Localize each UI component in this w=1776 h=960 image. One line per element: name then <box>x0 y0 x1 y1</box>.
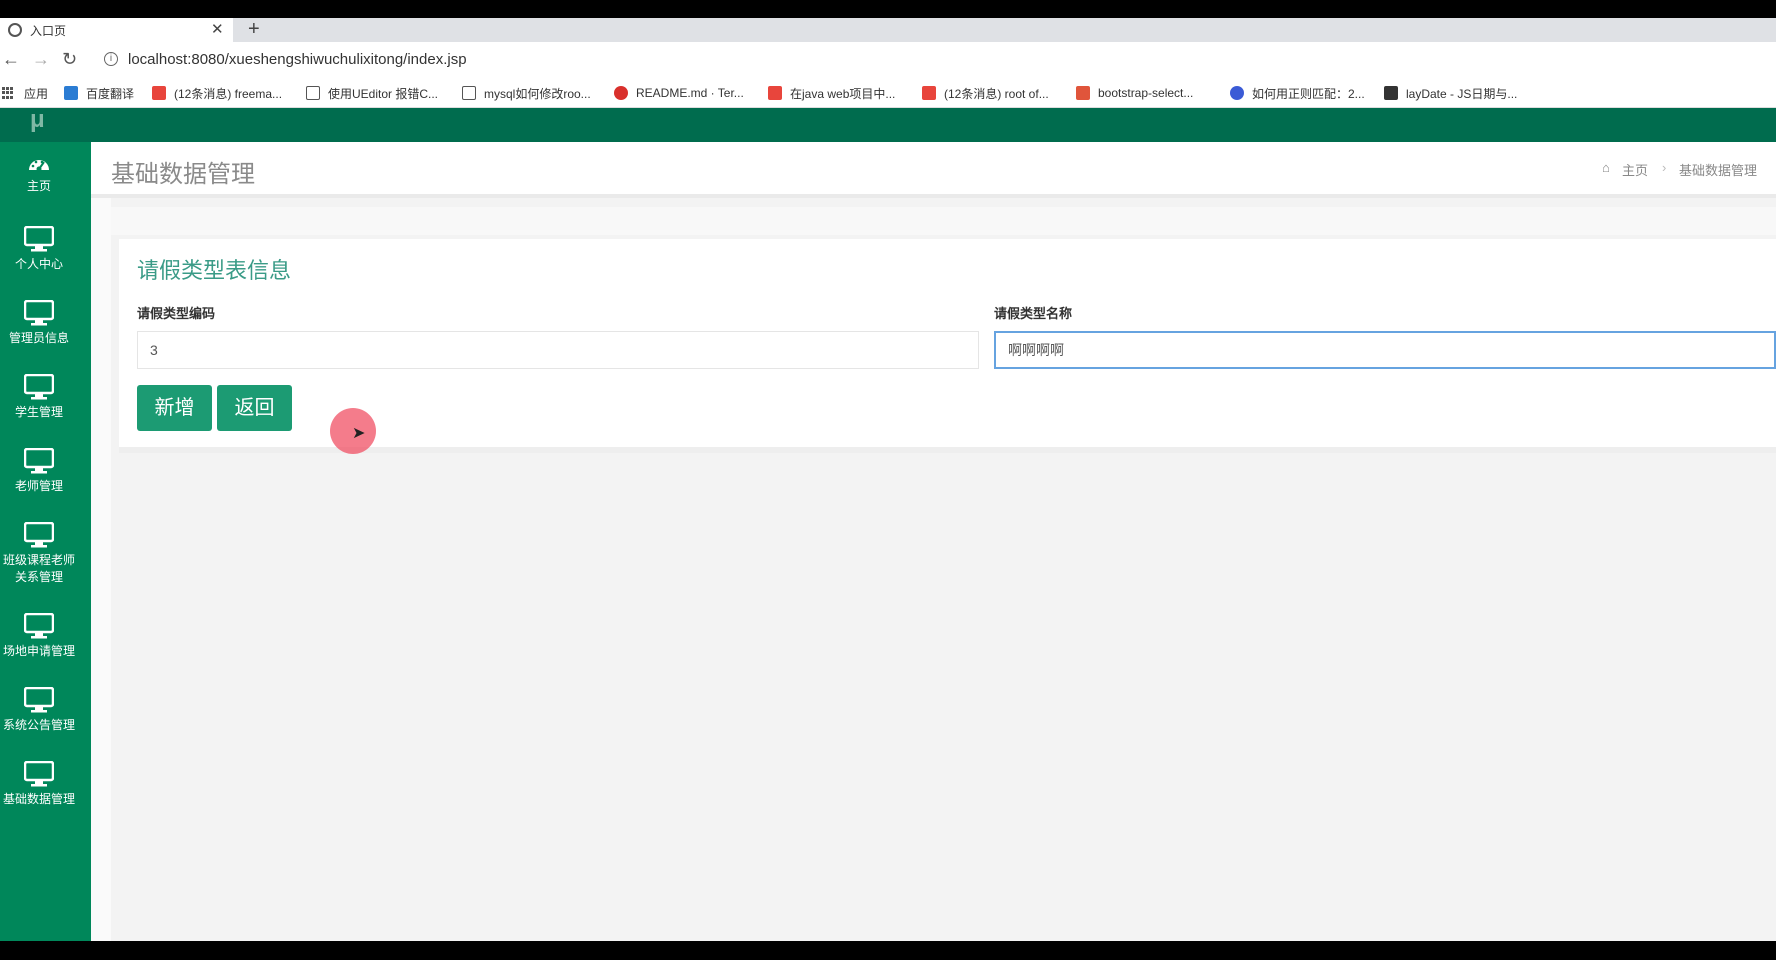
breadcrumb-separator: › <box>1662 160 1667 175</box>
sidebar-item-label: 场地申请管理 <box>2 644 75 658</box>
breadcrumb-current: 基础数据管理 <box>1679 163 1758 178</box>
bookmarks-bar: 应用 百度翻译 (12条消息) freema... 使用UEditor 报错C.… <box>0 78 1776 108</box>
sidebar-item-student-management[interactable]: 学生管理 <box>0 374 78 421</box>
new-tab-icon[interactable]: + <box>248 18 260 41</box>
bottom-bar <box>0 941 1776 960</box>
breadcrumb-home[interactable]: 主页 <box>1622 160 1648 179</box>
url-field[interactable]: localhost:8080/xueshengshiwuchulixitong/… <box>128 51 467 68</box>
browser-tab[interactable]: 入口页 ✕ <box>0 18 233 42</box>
main-content: 基础数据管理 ⌂ 主页 › 基础数据管理 请假类型表信息 请假类型编码 3 请假… <box>91 142 1776 941</box>
bookmark-item[interactable]: 使用UEditor 报错C... <box>306 78 438 108</box>
sidebar-item-label: 老师管理 <box>14 479 63 493</box>
bookmark-favicon-icon <box>1230 86 1244 100</box>
back-button[interactable]: 返回 <box>217 385 292 431</box>
bookmark-favicon-icon <box>922 86 936 100</box>
name-input[interactable]: 啊啊啊啊 <box>994 331 1776 369</box>
sidebar-item-teacher-management[interactable]: 老师管理 <box>0 448 78 495</box>
bookmark-item[interactable]: (12条消息) freema... <box>152 78 282 108</box>
sidebar-item-admin-info[interactable]: 管理员信息 <box>0 300 78 347</box>
bookmark-item[interactable]: layDate - JS日期与... <box>1384 78 1517 108</box>
monitor-icon <box>24 687 54 713</box>
address-bar: ← → ↻ i localhost:8080/xueshengshiwuchul… <box>0 42 1776 78</box>
sidebar-item-label: 学生管理 <box>14 405 63 419</box>
bookmark-favicon-icon <box>64 86 78 100</box>
dashboard-icon <box>29 160 49 172</box>
bookmark-item[interactable]: README.md · Ter... <box>614 78 744 108</box>
sidebar: 主页 个人中心 管理员信息 学生管理 老师管理 班级课程老师 关系管理 场地申请… <box>0 142 91 941</box>
bookmark-favicon-icon <box>614 86 628 100</box>
form-title: 请假类型表信息 <box>137 258 292 283</box>
globe-icon <box>8 23 22 37</box>
bookmark-favicon-icon <box>152 86 166 100</box>
sidebar-item-label: 基础数据管理 <box>2 792 75 806</box>
sidebar-item-basic-data[interactable]: 基础数据管理 <box>0 761 78 808</box>
bookmark-item[interactable]: 百度翻译 <box>64 78 134 108</box>
sidebar-item-label: 主页 <box>26 179 51 193</box>
sidebar-item-venue-application[interactable]: 场地申请管理 <box>0 613 78 660</box>
sidebar-item-label-line2: 关系管理 <box>14 570 63 584</box>
apps-grid-icon <box>2 87 14 99</box>
bookmark-item[interactable]: (12条消息) root of... <box>922 78 1049 108</box>
browser-tab-bar: 入口页 ✕ + <box>0 18 1776 42</box>
monitor-icon <box>24 613 54 639</box>
sidebar-item-label: 管理员信息 <box>8 331 69 345</box>
bookmark-favicon-icon <box>306 86 320 100</box>
close-icon[interactable]: ✕ <box>211 20 224 38</box>
bookmark-item[interactable]: 在java web项目中... <box>768 78 895 108</box>
app-top-bar: μ <box>0 106 1776 142</box>
bookmark-favicon-icon <box>768 86 782 100</box>
sidebar-item-home[interactable]: 主页 <box>0 154 78 195</box>
page-header: 基础数据管理 ⌂ 主页 › 基础数据管理 <box>91 142 1776 198</box>
sidebar-item-class-course-teacher[interactable]: 班级课程老师 关系管理 <box>0 522 78 586</box>
bookmark-favicon-icon <box>462 86 476 100</box>
form-card: 请假类型表信息 请假类型编码 3 请假类型名称 啊啊啊啊 新增 返回 ➤ <box>119 239 1776 454</box>
info-icon[interactable]: i <box>104 52 118 66</box>
sidebar-item-label-line1: 班级课程老师 <box>2 553 75 567</box>
bookmark-apps[interactable]: 应用 <box>2 78 48 108</box>
code-input[interactable]: 3 <box>137 331 979 369</box>
content-left-strip <box>91 198 111 941</box>
monitor-icon <box>24 522 54 548</box>
bookmark-favicon-icon <box>1076 86 1090 100</box>
bookmark-item[interactable]: bootstrap-select... <box>1076 78 1193 108</box>
sidebar-item-personal-center[interactable]: 个人中心 <box>0 226 78 273</box>
add-button[interactable]: 新增 <box>137 385 212 431</box>
bookmark-item[interactable]: 如何用正则匹配：2... <box>1230 78 1365 108</box>
sidebar-item-label: 系统公告管理 <box>2 718 75 732</box>
home-icon: ⌂ <box>1602 160 1610 175</box>
code-label: 请假类型编码 <box>137 306 216 321</box>
logo: μ <box>30 106 45 133</box>
bookmark-item[interactable]: mysql如何修改roo... <box>462 78 591 108</box>
monitor-icon <box>24 226 54 252</box>
monitor-icon <box>24 374 54 400</box>
reload-icon[interactable]: ↻ <box>62 49 77 70</box>
sidebar-item-announcement[interactable]: 系统公告管理 <box>0 687 78 734</box>
name-label: 请假类型名称 <box>994 306 1073 321</box>
sidebar-item-label: 个人中心 <box>14 257 63 271</box>
monitor-icon <box>24 448 54 474</box>
card-top-band <box>111 207 1776 235</box>
monitor-icon <box>24 300 54 326</box>
forward-icon[interactable]: → <box>32 49 50 70</box>
tab-title: 入口页 <box>30 24 67 38</box>
back-icon[interactable]: ← <box>2 49 20 70</box>
monitor-icon <box>24 761 54 787</box>
page-title: 基础数据管理 <box>111 161 255 188</box>
mouse-cursor-icon: ➤ <box>352 425 366 442</box>
bookmark-favicon-icon <box>1384 86 1398 100</box>
